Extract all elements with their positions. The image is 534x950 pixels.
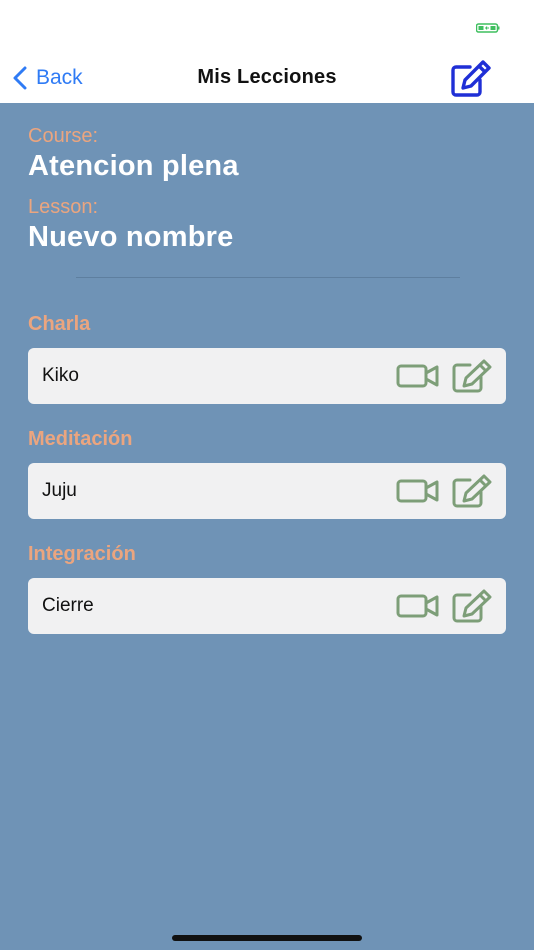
video-camera-icon[interactable] — [396, 362, 440, 390]
video-camera-icon[interactable] — [396, 592, 440, 620]
edit-icon[interactable] — [452, 359, 492, 393]
lesson-label: Lesson: — [28, 196, 99, 218]
list-item-name: Kiko — [42, 365, 79, 386]
list-item[interactable]: Cierre — [28, 578, 506, 634]
list-item-name: Cierre — [42, 595, 94, 616]
video-camera-icon[interactable] — [396, 477, 440, 505]
list-item[interactable]: Kiko — [28, 348, 506, 404]
battery-icon — [476, 23, 500, 33]
list-item[interactable]: Juju — [28, 463, 506, 519]
course-label: Course: — [28, 125, 99, 147]
divider — [76, 277, 460, 278]
course-name: Atencion plena — [28, 150, 239, 182]
section-title-meditacion: Meditación — [28, 428, 133, 450]
edit-icon[interactable] — [452, 589, 492, 623]
status-bar — [0, 0, 534, 52]
edit-icon[interactable] — [450, 60, 492, 98]
list-item-name: Juju — [42, 480, 77, 501]
navigation-bar: Back Mis Lecciones — [0, 52, 534, 103]
edit-icon[interactable] — [452, 474, 492, 508]
home-indicator[interactable] — [172, 935, 362, 941]
section-title-integracion: Integración — [28, 543, 136, 565]
lesson-name: Nuevo nombre — [28, 221, 234, 253]
section-title-charla: Charla — [28, 313, 91, 335]
